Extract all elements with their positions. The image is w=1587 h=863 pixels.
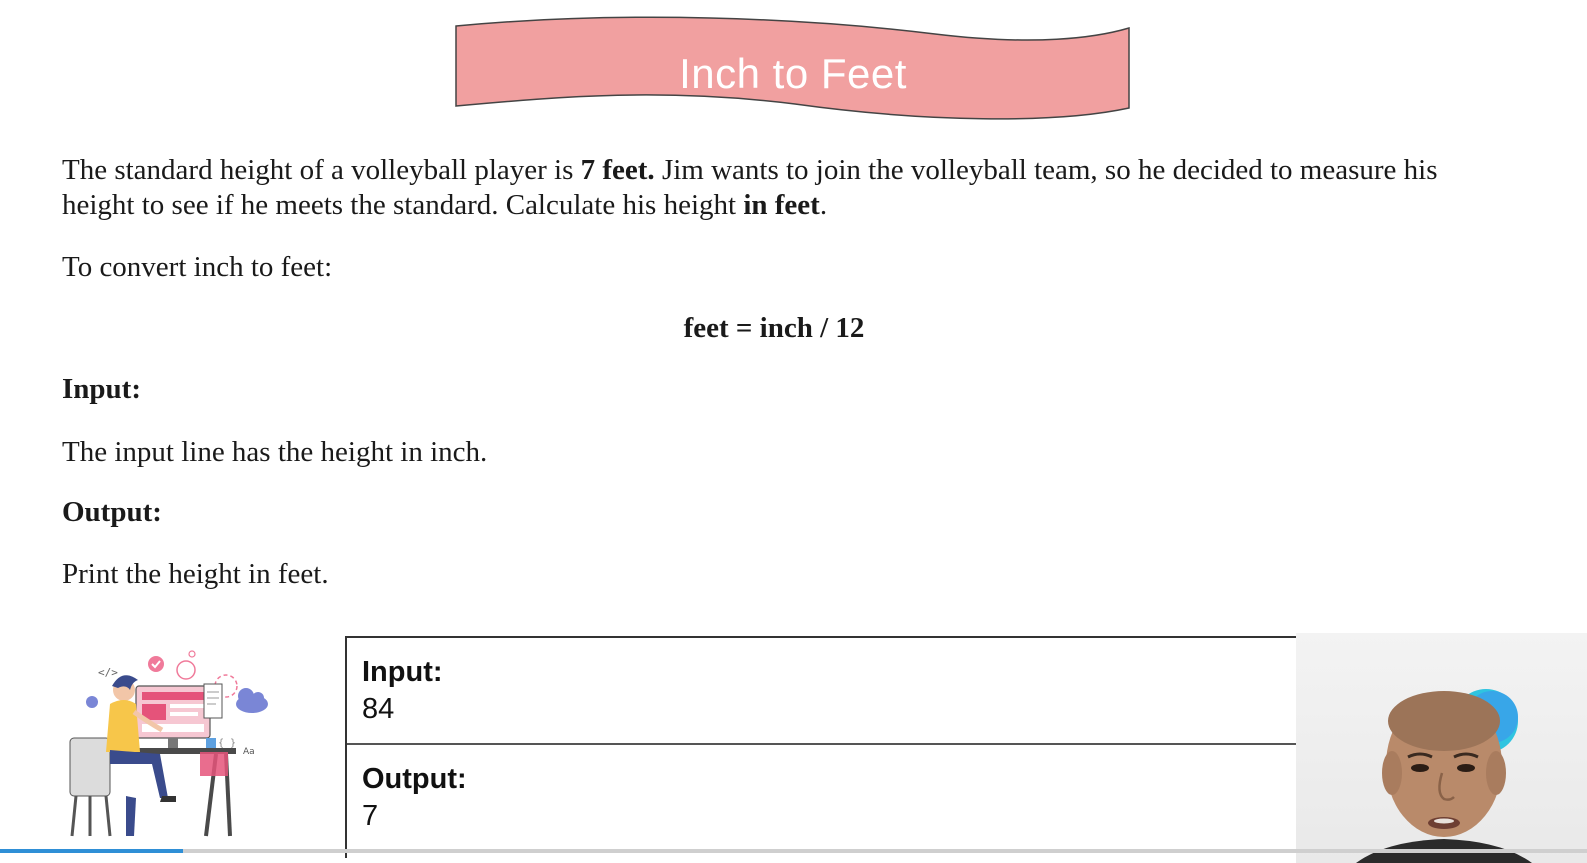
video-progress-fill — [0, 849, 183, 853]
example-input-value: 84 — [362, 693, 395, 725]
convert-instruction: To convert inch to feet: — [62, 251, 333, 283]
conversion-formula: feet = inch / 12 — [683, 312, 865, 344]
output-heading: Output: — [62, 496, 162, 528]
input-description: The input line has the height in inch. — [62, 436, 488, 468]
intro-bold-1: 7 feet. — [580, 154, 655, 186]
example-output-label: Output: — [362, 763, 467, 795]
example-io-table: Input: 84 Output: 7 — [345, 636, 1299, 858]
output-description: Print the height in feet. — [62, 558, 329, 590]
intro-text-1: The standard height of a volleyball play… — [62, 154, 581, 186]
svg-text:{ }: { } — [218, 738, 236, 749]
example-input-cell: Input: 84 — [347, 638, 1297, 745]
video-progress-bar[interactable] — [0, 849, 1587, 853]
example-output-cell: Output: 7 — [347, 745, 1297, 850]
title-banner: Inch to Feet — [455, 12, 1131, 124]
svg-text:Aa: Aa — [243, 747, 255, 757]
problem-statement: The standard height of a volleyball play… — [62, 153, 1502, 223]
intro-bold-2: in feet — [743, 189, 820, 221]
presenter-webcam — [1296, 633, 1587, 863]
example-output-value: 7 — [362, 800, 379, 832]
intro-text-3: . — [819, 189, 828, 221]
page-title: Inch to Feet — [679, 50, 907, 97]
example-input-label: Input: — [362, 656, 443, 688]
input-heading: Input: — [62, 373, 141, 405]
developer-illustration: </> Aa { } — [66, 646, 276, 841]
svg-text:</>: </> — [98, 666, 118, 679]
